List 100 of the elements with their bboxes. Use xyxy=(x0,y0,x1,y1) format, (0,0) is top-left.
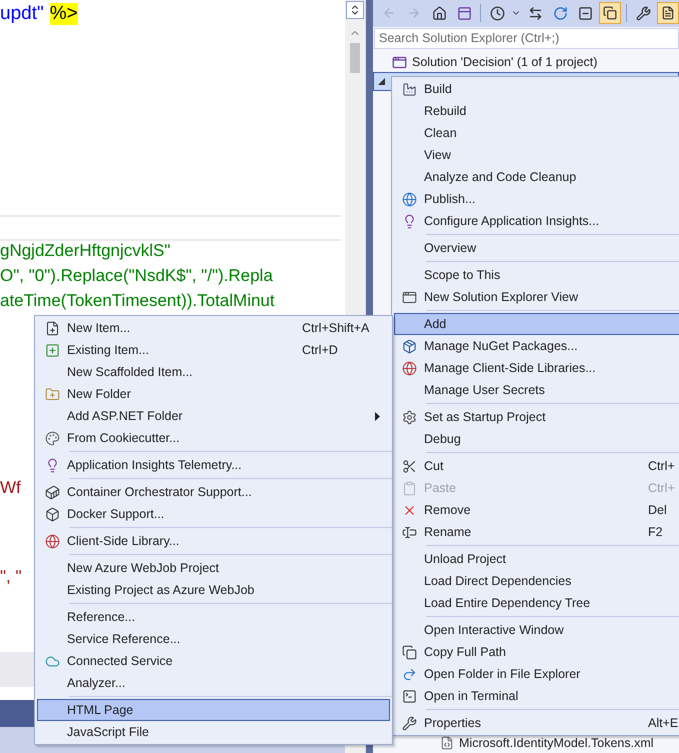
menu-item[interactable]: Client-Side Library... xyxy=(37,530,390,552)
copy-icon xyxy=(603,6,617,20)
menu-item[interactable]: From Cookiecutter... xyxy=(37,427,390,449)
show-all-button[interactable] xyxy=(599,2,621,24)
folder-plus-icon xyxy=(44,386,60,402)
box-icon xyxy=(44,506,60,522)
package-icon xyxy=(402,338,416,354)
menu-item[interactable]: Build xyxy=(394,78,679,100)
menu-item[interactable]: Overview xyxy=(394,237,679,259)
shortcut-label: Ctrl+ xyxy=(648,459,675,473)
menu-item[interactable]: Copy Full Path xyxy=(394,641,679,663)
globe-icon xyxy=(402,192,416,206)
menu-item[interactable]: Existing Item... Ctrl+D xyxy=(37,339,390,361)
gear-icon xyxy=(402,410,416,424)
menu-item[interactable]: Remove Del xyxy=(394,499,679,521)
globe-icon xyxy=(402,360,416,376)
tree-label: Solution 'Decision' (1 of 1 project) xyxy=(412,55,598,70)
menu-item[interactable]: Load Direct Dependencies xyxy=(394,570,679,592)
palette-icon xyxy=(44,430,60,446)
menu-item[interactable]: Docker Support... xyxy=(37,503,390,525)
menu-item[interactable]: Add xyxy=(394,313,679,335)
code-line: ateTime(TokenTimesent)).TotalMinut xyxy=(0,291,275,311)
menu-item[interactable]: Reference... xyxy=(37,606,390,628)
shortcut-label: Ctrl+D xyxy=(302,343,338,357)
menu-item[interactable]: Load Entire Dependency Tree xyxy=(394,592,679,614)
menu-item[interactable]: Cut Ctrl+ xyxy=(394,455,679,477)
shortcut-label: Ctrl+ xyxy=(648,481,675,495)
window-icon xyxy=(456,6,472,21)
menu-item[interactable]: Scope to This xyxy=(394,264,679,286)
menu-item[interactable]: Connected Service xyxy=(37,650,390,672)
menu-item[interactable]: Rename F2 xyxy=(394,521,679,543)
scrollbar-thumb[interactable] xyxy=(350,43,360,73)
code-line: ", " xyxy=(0,567,22,587)
square-plus-icon xyxy=(44,342,60,358)
menu-item[interactable]: Service Reference... xyxy=(37,628,390,650)
file-icon xyxy=(440,736,454,750)
menu-item[interactable]: New Solution Explorer View xyxy=(394,286,679,308)
clock-icon xyxy=(490,6,504,21)
menu-item[interactable]: Manage NuGet Packages... xyxy=(394,335,679,357)
back-icon xyxy=(382,6,396,20)
square-minus-icon xyxy=(578,6,592,21)
home-icon xyxy=(432,6,446,21)
wrench-icon xyxy=(636,6,650,21)
menu-item[interactable]: Application Insights Telemetry... xyxy=(37,454,390,476)
text-cursor-icon xyxy=(402,524,416,540)
file-plus-icon xyxy=(44,320,60,336)
menu-item[interactable]: Manage User Secrets xyxy=(394,379,679,401)
menu-item[interactable]: Add ASP.NET Folder xyxy=(37,405,390,427)
search-field[interactable]: Search Solution Explorer (Ctrl+;) xyxy=(374,28,679,49)
shortcut-label: F2 xyxy=(648,525,663,539)
shortcut-label: Alt+E xyxy=(648,716,678,730)
tree-label: Microsoft.IdentityModel.Tokens.xml xyxy=(459,736,654,750)
preview-button[interactable] xyxy=(657,2,679,24)
code-token: updt" xyxy=(0,3,44,25)
shortcut-label: Ctrl+Shift+A xyxy=(302,321,370,335)
factory-icon xyxy=(402,82,416,96)
menu-item[interactable]: Container Orchestrator Support... xyxy=(37,481,390,503)
split-arrows-icon xyxy=(349,4,361,16)
menu-item[interactable]: Open in Terminal xyxy=(394,685,679,707)
code-line: Wf xyxy=(0,478,21,498)
code-token: %> xyxy=(50,3,78,25)
menu-item[interactable]: Open Interactive Window xyxy=(394,619,679,641)
code-line: O", "0").Replace("NsdK$", "/").Repla xyxy=(0,266,273,286)
menu-item[interactable]: Rebuild xyxy=(394,100,679,122)
menu-item[interactable]: Open Folder in File Explorer xyxy=(394,663,679,685)
menu-item[interactable]: Debug xyxy=(394,428,679,450)
container-icon xyxy=(44,484,60,500)
copy-icon xyxy=(402,644,416,660)
menu-item[interactable]: Properties Alt+E xyxy=(394,712,679,734)
menu-item[interactable]: Manage Client-Side Libraries... xyxy=(394,357,679,379)
terminal-icon xyxy=(402,688,416,704)
menu-item[interactable]: New Scaffolded Item... xyxy=(37,361,390,383)
menu-item[interactable]: New Item... Ctrl+Shift+A xyxy=(37,317,390,339)
menu-item[interactable]: Publish... xyxy=(394,188,679,210)
menu-item[interactable]: HTML Page xyxy=(37,699,390,721)
scissors-icon xyxy=(402,458,416,474)
menu-item[interactable]: Unload Project xyxy=(394,548,679,570)
forward-icon xyxy=(407,6,421,20)
refresh-icon xyxy=(552,6,568,21)
menu-item[interactable]: Existing Project as Azure WebJob xyxy=(37,579,390,601)
wrench-icon xyxy=(402,716,416,730)
two-arrows-icon xyxy=(528,6,542,21)
split-button[interactable] xyxy=(346,1,364,19)
redo-arrow-icon xyxy=(402,666,416,682)
cloud-icon xyxy=(44,654,60,668)
menu-item[interactable]: Analyze and Code Cleanup xyxy=(394,166,679,188)
window-icon xyxy=(402,290,416,304)
menu-item[interactable]: Configure Application Insights... xyxy=(394,210,679,232)
code-line: gNgjdZderHftgnjcvklS" xyxy=(0,241,170,261)
tree-row[interactable]: Solution 'Decision' (1 of 1 project) xyxy=(373,52,679,72)
menu-item[interactable]: Analyzer... xyxy=(37,672,390,694)
expand-arrow-icon[interactable] xyxy=(378,78,385,85)
menu-item[interactable]: New Folder xyxy=(37,383,390,405)
globe-icon xyxy=(44,534,60,548)
menu-item[interactable]: Set as Startup Project xyxy=(394,406,679,428)
solution-icon xyxy=(392,54,407,70)
menu-item[interactable]: View xyxy=(394,144,679,166)
menu-item[interactable]: Clean xyxy=(394,122,679,144)
clipboard-icon xyxy=(402,480,416,496)
menu-item[interactable]: New Azure WebJob Project xyxy=(37,557,390,579)
